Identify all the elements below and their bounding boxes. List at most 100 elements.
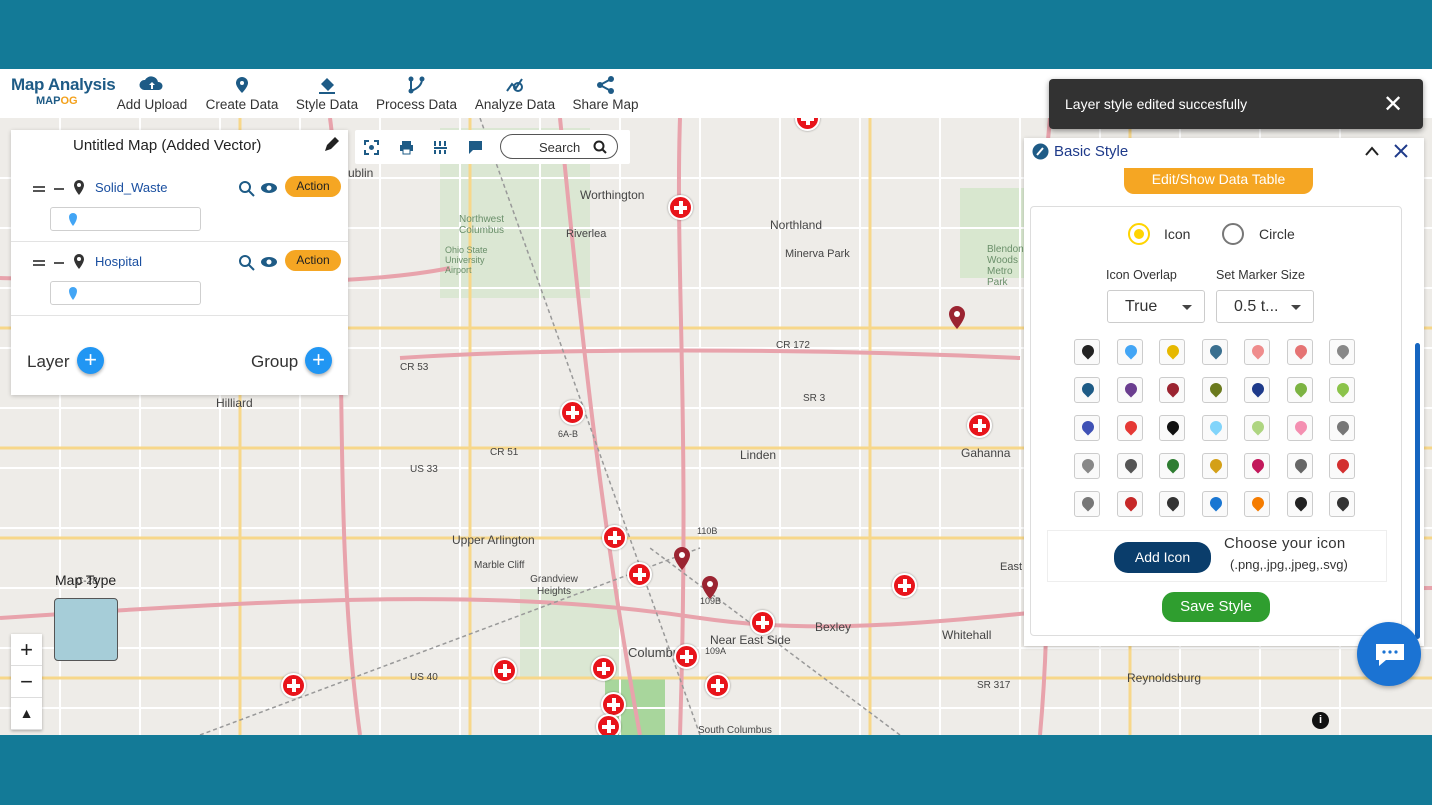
marker-icon-option[interactable]: [1201, 453, 1228, 479]
close-icon[interactable]: [1393, 143, 1409, 159]
marker-icon-option[interactable]: [1286, 377, 1313, 403]
layer-name[interactable]: Solid_Waste: [95, 180, 168, 195]
collapse-icon[interactable]: [54, 188, 64, 190]
hospital-marker[interactable]: [668, 195, 693, 220]
marker-icon-option[interactable]: [1244, 491, 1270, 517]
add-upload-button[interactable]: Add Upload: [114, 75, 190, 112]
compass-icon[interactable]: ▲: [11, 698, 42, 730]
marker-icon-option[interactable]: [1244, 339, 1270, 365]
hospital-marker[interactable]: [627, 562, 652, 587]
marker-icon-option[interactable]: [1074, 339, 1100, 365]
marker-icon-option[interactable]: [1286, 491, 1313, 517]
hospital-marker[interactable]: [967, 413, 992, 438]
marker-icon-option[interactable]: [1074, 415, 1100, 441]
marker-size-select[interactable]: 0.5 t...: [1216, 290, 1314, 323]
marker-icon-option[interactable]: [1201, 377, 1228, 403]
add-layer-button[interactable]: +: [77, 347, 104, 374]
process-data-button[interactable]: Process Data: [374, 75, 459, 112]
marker-icon-option[interactable]: [1286, 339, 1313, 365]
hospital-marker[interactable]: [492, 658, 517, 683]
add-icon-button[interactable]: Add Icon: [1114, 542, 1211, 573]
marker-icon-option[interactable]: [1286, 415, 1313, 441]
marker-icon-option[interactable]: [1159, 377, 1185, 403]
marker-icon-option[interactable]: [1329, 491, 1355, 517]
marker-icon-option[interactable]: [1074, 491, 1100, 517]
drag-handle-icon[interactable]: [33, 186, 45, 192]
marker-icon-option[interactable]: [1201, 339, 1228, 365]
marker-icon-option[interactable]: [1201, 415, 1228, 441]
marker-icon-option[interactable]: [1286, 453, 1313, 479]
eye-icon[interactable]: [260, 256, 278, 268]
marker-icon-option[interactable]: [1159, 453, 1185, 479]
marker-icon-option[interactable]: [1116, 491, 1143, 517]
zoom-out-button[interactable]: −: [11, 666, 42, 698]
marker-icon-option[interactable]: [1116, 415, 1143, 441]
app-title: Map Analysis: [11, 75, 116, 94]
marker-icon-option[interactable]: [1159, 339, 1185, 365]
layer-action-button[interactable]: Action: [285, 176, 341, 197]
zoom-to-layer-icon[interactable]: [239, 255, 255, 271]
marker-icon-option[interactable]: [1244, 415, 1270, 441]
style-data-button[interactable]: Style Data: [294, 75, 360, 112]
hospital-marker[interactable]: [674, 644, 699, 669]
marker-icon-option[interactable]: [1329, 453, 1355, 479]
add-group-button[interactable]: +: [305, 347, 332, 374]
panel-scrollbar[interactable]: [1415, 343, 1420, 639]
waste-marker-icon[interactable]: [948, 306, 966, 330]
circle-radio[interactable]: [1222, 223, 1244, 245]
save-style-button[interactable]: Save Style: [1162, 592, 1270, 622]
icon-overlap-select[interactable]: True: [1107, 290, 1205, 323]
edit-data-table-button[interactable]: Edit/Show Data Table: [1124, 168, 1313, 194]
fullscreen-icon[interactable]: [364, 140, 379, 155]
layer-style-preview[interactable]: [50, 281, 201, 305]
map-type-thumbnail[interactable]: [54, 598, 118, 661]
marker-icon-option[interactable]: [1116, 377, 1143, 403]
layer-action-button[interactable]: Action: [285, 250, 341, 271]
share-map-button[interactable]: Share Map: [571, 75, 640, 112]
marker-icon-option[interactable]: [1074, 377, 1100, 403]
marker-icon-option[interactable]: [1329, 377, 1355, 403]
info-icon[interactable]: i: [1312, 712, 1329, 729]
hospital-marker[interactable]: [560, 400, 585, 425]
marker-icon-option[interactable]: [1159, 491, 1185, 517]
marker-icon-option[interactable]: [1116, 339, 1143, 365]
print-icon[interactable]: [399, 140, 414, 155]
marker-icon-option[interactable]: [1074, 453, 1100, 479]
analyze-data-button[interactable]: Analyze Data: [473, 75, 557, 112]
chat-widget-button[interactable]: [1357, 622, 1421, 686]
measure-icon[interactable]: [433, 140, 448, 155]
icon-radio[interactable]: [1128, 223, 1150, 245]
collapse-chevron-icon[interactable]: [1364, 145, 1380, 157]
zoom-in-button[interactable]: +: [11, 634, 42, 666]
hospital-marker[interactable]: [281, 673, 306, 698]
zoom-to-layer-icon[interactable]: [239, 181, 255, 197]
hospital-marker[interactable]: [892, 573, 917, 598]
waste-marker-icon[interactable]: [673, 547, 691, 571]
create-data-button[interactable]: Create Data: [203, 75, 281, 112]
comment-icon[interactable]: [468, 140, 483, 155]
hospital-marker[interactable]: [750, 610, 775, 635]
eye-icon[interactable]: [260, 182, 278, 194]
toast-close-icon[interactable]: ✕: [1383, 90, 1403, 119]
app-logo[interactable]: Map Analysis MAPOG: [11, 75, 116, 107]
marker-icon-option[interactable]: [1329, 339, 1355, 365]
hospital-marker[interactable]: [591, 656, 616, 681]
layer-style-preview[interactable]: [50, 207, 201, 231]
hospital-marker[interactable]: [596, 714, 621, 735]
hospital-marker[interactable]: [705, 673, 730, 698]
layer-name[interactable]: Hospital: [95, 254, 142, 269]
waste-marker-icon[interactable]: [701, 576, 719, 600]
marker-icon-option[interactable]: [1244, 453, 1270, 479]
hospital-marker[interactable]: [601, 692, 626, 717]
marker-icon-option[interactable]: [1159, 415, 1185, 441]
pencil-icon[interactable]: [322, 136, 340, 154]
hospital-marker[interactable]: [602, 525, 627, 550]
marker-icon-option[interactable]: [1201, 491, 1228, 517]
collapse-icon[interactable]: [54, 262, 64, 264]
marker-icon-option[interactable]: [1329, 415, 1355, 441]
marker-icon-option[interactable]: [1244, 377, 1270, 403]
marker-icon-option[interactable]: [1116, 453, 1143, 479]
map-type-label: Map Type: [55, 572, 117, 588]
drag-handle-icon[interactable]: [33, 260, 45, 266]
map-search-button[interactable]: Search: [500, 134, 618, 159]
